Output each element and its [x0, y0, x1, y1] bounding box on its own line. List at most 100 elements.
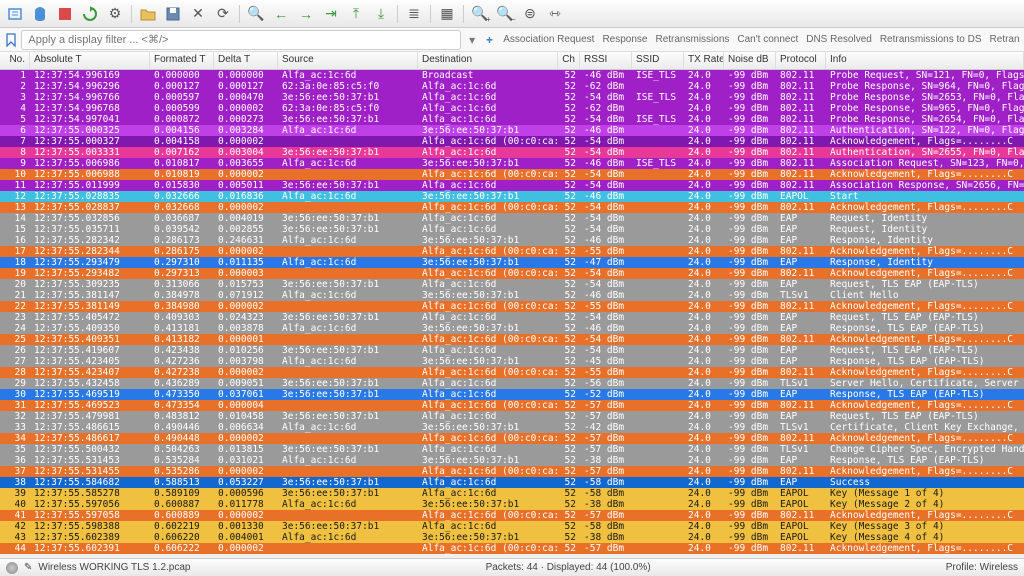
column-header[interactable]: Info [826, 52, 1024, 69]
packet-row[interactable]: 3312:37:55.4866150.4904460.006634Alfa_ac… [0, 422, 1024, 433]
packet-row[interactable]: 3012:37:55.4695190.4733500.0370613e:56:e… [0, 389, 1024, 400]
expert-info-icon[interactable] [6, 562, 18, 574]
packet-row[interactable]: 2812:37:55.4234070.4272380.000002Alfa_ac… [0, 367, 1024, 378]
filter-button[interactable]: Retransmissions from DS [987, 34, 1020, 45]
restart-capture-icon[interactable] [79, 3, 101, 25]
status-bar: ✎ Wireless WORKING TLS 1.2.pcap Packets:… [0, 558, 1024, 576]
display-filter-bar: ▾ + Association RequestResponseRetransmi… [0, 28, 1024, 52]
packet-row[interactable]: 1212:37:55.0288350.0326660.016836Alfa_ac… [0, 191, 1024, 202]
packet-row[interactable]: 4312:37:55.6023890.6062200.004001Alfa_ac… [0, 532, 1024, 543]
column-header[interactable]: Source [278, 52, 418, 69]
packet-row[interactable]: 812:37:55.0033310.0071620.0030043e:56:ee… [0, 147, 1024, 158]
go-last-icon[interactable]: ⤓ [370, 3, 392, 25]
packet-row[interactable]: 512:37:54.9970410.0008720.0002733e:56:ee… [0, 114, 1024, 125]
packet-row[interactable]: 3912:37:55.5852780.5891090.0005963e:56:e… [0, 488, 1024, 499]
packet-row[interactable]: 2412:37:55.4093500.4131810.003878Alfa_ac… [0, 323, 1024, 334]
go-next-icon[interactable]: → [295, 3, 317, 25]
stop-capture-icon[interactable] [54, 3, 76, 25]
packet-row[interactable]: 612:37:55.0003250.0041560.003284Alfa_ac:… [0, 125, 1024, 136]
column-header[interactable]: Protocol [776, 52, 826, 69]
bookmark-icon[interactable] [4, 31, 17, 49]
filter-add-icon[interactable]: + [483, 31, 496, 49]
separator [463, 5, 464, 23]
auto-scroll-icon[interactable]: ≣ [403, 3, 425, 25]
capture-options-icon[interactable]: ⚙ [104, 3, 126, 25]
packet-row[interactable]: 3812:37:55.5846820.5885130.0532273e:56:e… [0, 477, 1024, 488]
packet-row[interactable]: 1312:37:55.0288370.0326680.000002Alfa_ac… [0, 202, 1024, 213]
display-filter-input[interactable] [21, 30, 461, 50]
packet-row[interactable]: 3612:37:55.5314530.5352840.031021Alfa_ac… [0, 455, 1024, 466]
colorize-icon[interactable]: ▦ [436, 3, 458, 25]
find-packet-icon[interactable]: 🔍 [245, 3, 267, 25]
filter-dropdown-icon[interactable]: ▾ [465, 31, 478, 49]
filter-button[interactable]: Association Request [500, 34, 597, 45]
save-file-icon[interactable] [162, 3, 184, 25]
status-file: Wireless WORKING TLS 1.2.pcap [38, 562, 190, 573]
packet-row[interactable]: 2012:37:55.3092350.3130660.0157533e:56:e… [0, 279, 1024, 290]
column-header[interactable]: Formated T [150, 52, 214, 69]
packet-row[interactable]: 2612:37:55.4196070.4234380.0102563e:56:e… [0, 345, 1024, 356]
packet-list-header[interactable]: No.Absolute TFormated TDelta TSourceDest… [0, 52, 1024, 70]
resize-columns-icon[interactable]: ⇿ [544, 3, 566, 25]
packet-row[interactable]: 1412:37:55.0328560.0366870.0040193e:56:e… [0, 213, 1024, 224]
packet-row[interactable]: 2212:37:55.3811490.3849800.000002Alfa_ac… [0, 301, 1024, 312]
column-header[interactable]: TX Rate [684, 52, 724, 69]
packet-row[interactable]: 912:37:55.0069860.0108170.003655Alfa_ac:… [0, 158, 1024, 169]
packet-row[interactable]: 4412:37:55.6023910.6062220.000002Alfa_ac… [0, 543, 1024, 554]
go-to-packet-icon[interactable]: ⇥ [320, 3, 342, 25]
open-file-icon[interactable] [137, 3, 159, 25]
packet-row[interactable]: 1912:37:55.2934820.2973130.000003Alfa_ac… [0, 268, 1024, 279]
column-header[interactable]: No. [0, 52, 30, 69]
packet-row[interactable]: 2312:37:55.4054720.4093030.0243233e:56:e… [0, 312, 1024, 323]
filter-button[interactable]: Response [599, 34, 650, 45]
filter-button[interactable]: Retransmissions [652, 34, 732, 45]
column-header[interactable]: Noise dB [724, 52, 776, 69]
column-header[interactable]: Absolute T [30, 52, 150, 69]
packet-row[interactable]: 212:37:54.9962960.0001270.00012762:3a:0e… [0, 81, 1024, 92]
go-first-icon[interactable]: ⤒ [345, 3, 367, 25]
filter-button[interactable]: Can't connect [734, 34, 801, 45]
packet-row[interactable]: 312:37:54.9967660.0005970.0004703e:56:ee… [0, 92, 1024, 103]
packet-row[interactable]: 3712:37:55.5314550.5352860.000002Alfa_ac… [0, 466, 1024, 477]
packet-row[interactable]: 112:37:54.9961690.0000000.000000Alfa_ac:… [0, 70, 1024, 81]
packet-row[interactable]: 4112:37:55.5970580.6008890.000002Alfa_ac… [0, 510, 1024, 521]
packet-row[interactable]: 3412:37:55.4866170.4904480.000002Alfa_ac… [0, 433, 1024, 444]
packet-row[interactable]: 2112:37:55.3811470.3849780.071912Alfa_ac… [0, 290, 1024, 301]
interfaces-icon[interactable] [4, 3, 26, 25]
go-previous-icon[interactable]: ← [270, 3, 292, 25]
filter-button[interactable]: Retransmissions to DS [877, 34, 985, 45]
status-profile[interactable]: Profile: Wireless [946, 562, 1018, 573]
close-file-icon[interactable]: ✕ [187, 3, 209, 25]
reload-icon[interactable]: ⟳ [212, 3, 234, 25]
column-header[interactable]: Destination [418, 52, 558, 69]
packet-row[interactable]: 712:37:55.0003270.0041580.000002Alfa_ac:… [0, 136, 1024, 147]
packet-row[interactable]: 3112:37:55.4695230.4733540.000004Alfa_ac… [0, 400, 1024, 411]
column-header[interactable]: Ch [558, 52, 580, 69]
packet-row[interactable]: 4012:37:55.5970560.6008870.011778Alfa_ac… [0, 499, 1024, 510]
zoom-out-icon[interactable]: 🔍− [494, 3, 516, 25]
separator [131, 5, 132, 23]
column-header[interactable]: SSID [632, 52, 684, 69]
capture-comment-icon[interactable]: ✎ [24, 562, 32, 573]
packet-row[interactable]: 4212:37:55.5983880.6022190.0013303e:56:e… [0, 521, 1024, 532]
packet-row[interactable]: 1012:37:55.0069880.0108190.000002Alfa_ac… [0, 169, 1024, 180]
packet-row[interactable]: 3512:37:55.5004320.5042630.0138153e:56:e… [0, 444, 1024, 455]
packet-row[interactable]: 412:37:54.9967680.0005990.00000262:3a:0e… [0, 103, 1024, 114]
packet-row[interactable]: 2712:37:55.4234050.4272360.003798Alfa_ac… [0, 356, 1024, 367]
zoom-in-icon[interactable]: 🔍+ [469, 3, 491, 25]
zoom-reset-icon[interactable]: ⊜ [519, 3, 541, 25]
packet-list[interactable]: 112:37:54.9961690.0000000.000000Alfa_ac:… [0, 70, 1024, 554]
column-header[interactable]: RSSI [580, 52, 632, 69]
packet-row[interactable]: 1512:37:55.0357110.0395420.0028553e:56:e… [0, 224, 1024, 235]
packet-row[interactable]: 1112:37:55.0119990.0158300.0050113e:56:e… [0, 180, 1024, 191]
column-header[interactable]: Delta T [214, 52, 278, 69]
packet-row[interactable]: 2512:37:55.4093510.4131820.000001Alfa_ac… [0, 334, 1024, 345]
packet-row[interactable]: 1612:37:55.2823420.2861730.246631Alfa_ac… [0, 235, 1024, 246]
packet-row[interactable]: 1812:37:55.2934790.2973100.011135Alfa_ac… [0, 257, 1024, 268]
packet-row[interactable]: 1712:37:55.2823440.2861750.000002Alfa_ac… [0, 246, 1024, 257]
packet-row[interactable]: 2912:37:55.4324580.4362890.0090513e:56:e… [0, 378, 1024, 389]
main-toolbar: ⚙ ✕ ⟳ 🔍 ← → ⇥ ⤒ ⤓ ≣ ▦ 🔍+ 🔍− ⊜ ⇿ [0, 0, 1024, 28]
filter-button[interactable]: DNS Resolved [803, 34, 875, 45]
start-capture-icon[interactable] [29, 3, 51, 25]
packet-row[interactable]: 3212:37:55.4799810.4838120.0104583e:56:e… [0, 411, 1024, 422]
